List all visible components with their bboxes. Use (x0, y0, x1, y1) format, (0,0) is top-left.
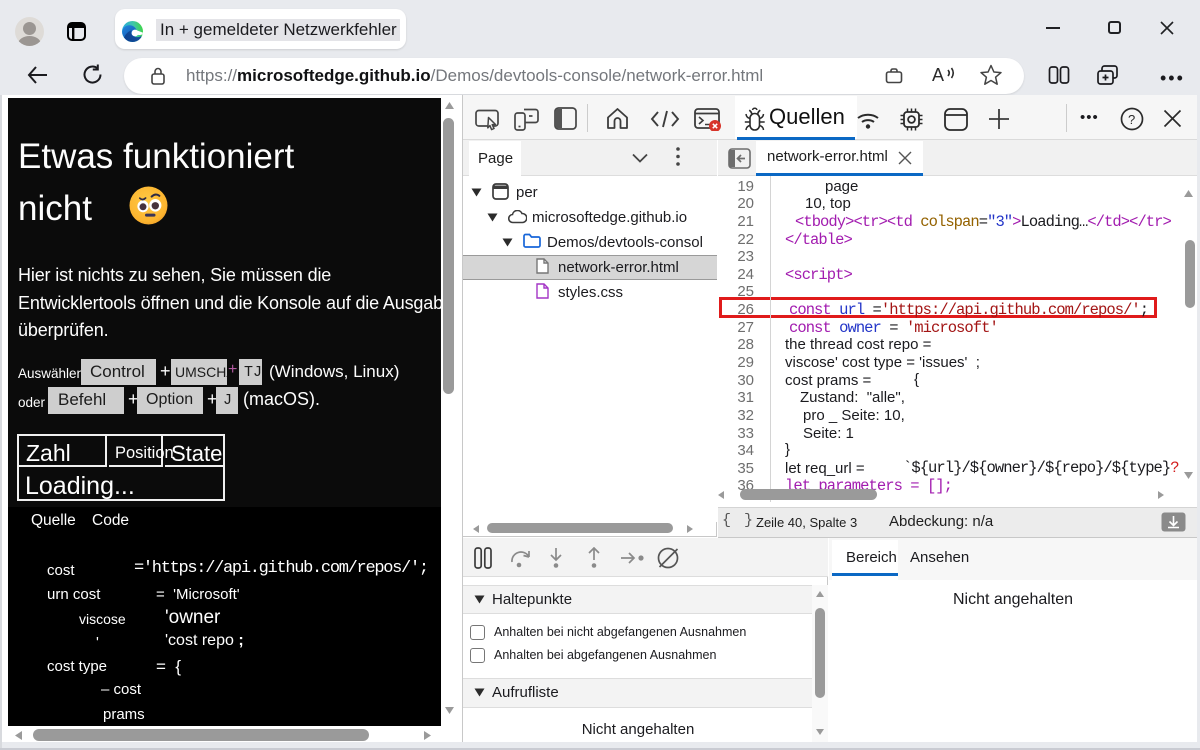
svg-text:?: ? (1128, 112, 1135, 127)
svg-text:A: A (932, 65, 944, 85)
